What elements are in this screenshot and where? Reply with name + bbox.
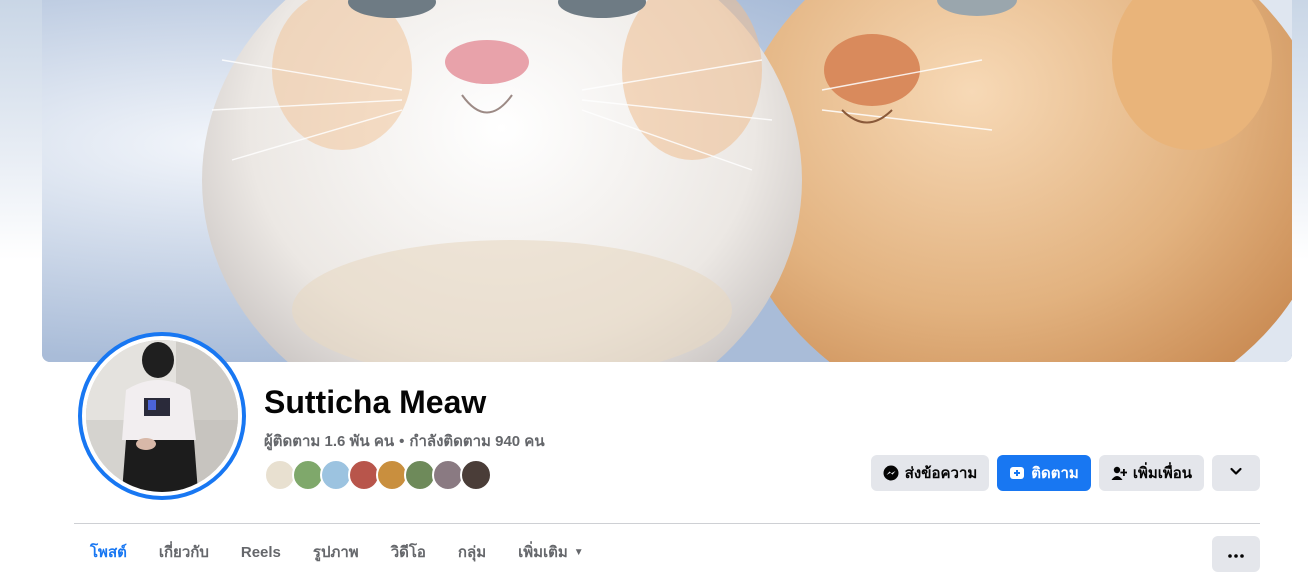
stats-separator: • [399, 433, 405, 450]
section-divider [74, 523, 1260, 524]
profile-picture[interactable] [78, 332, 246, 500]
profile-tabs: โพสต์ เกี่ยวกับ Reels รูปภาพ วิดีโอ กลุ่… [74, 536, 600, 568]
tab-label: โพสต์ [90, 544, 127, 561]
tab-videos[interactable]: วิดีโอ [375, 536, 442, 568]
messenger-icon [883, 465, 899, 481]
profile-name: Sutticha Meaw [264, 384, 487, 420]
caret-down-icon: ▼ [573, 547, 584, 558]
follow-button[interactable]: ติดตาม [997, 455, 1091, 491]
tab-reels[interactable]: Reels [225, 536, 297, 568]
mutual-friends-avatars [264, 459, 492, 491]
tab-label: กลุ่ม [457, 544, 487, 561]
profile-actions: ส่งข้อความ ติดตาม เพิ่มเพื่อน [870, 455, 1260, 491]
ellipsis-icon [1228, 545, 1244, 563]
profile-dropdown-button[interactable] [1212, 455, 1260, 491]
follow-button-label: ติดตาม [1031, 465, 1079, 482]
tab-label: เพิ่มเติม [518, 544, 568, 561]
message-button[interactable]: ส่งข้อความ [870, 455, 990, 491]
avatar [86, 340, 238, 492]
cover-photo[interactable] [42, 0, 1292, 362]
add-friend-button-label: เพิ่มเพื่อน [1132, 465, 1192, 482]
followers-count[interactable]: ผู้ติดตาม 1.6 พัน คน [264, 433, 394, 450]
tab-groups[interactable]: กลุ่ม [442, 536, 502, 568]
tab-about[interactable]: เกี่ยวกับ [143, 536, 225, 568]
tab-label: รูปภาพ [312, 544, 359, 561]
tab-posts[interactable]: โพสต์ [74, 536, 143, 568]
add-friend-button[interactable]: เพิ่มเพื่อน [1098, 455, 1204, 491]
friend-avatar[interactable] [460, 459, 492, 491]
more-options-button[interactable] [1212, 536, 1260, 572]
tab-label: Reels [240, 544, 281, 561]
add-friend-icon [1111, 465, 1128, 481]
tab-more[interactable]: เพิ่มเติม ▼ [502, 536, 600, 568]
tab-photos[interactable]: รูปภาพ [297, 536, 375, 568]
following-count[interactable]: กำลังติดตาม 940 คน [409, 433, 544, 450]
follow-icon [1009, 465, 1025, 481]
message-button-label: ส่งข้อความ [904, 465, 978, 482]
chevron-down-icon [1229, 464, 1243, 482]
tab-label: วิดีโอ [390, 544, 426, 561]
tab-label: เกี่ยวกับ [158, 544, 209, 561]
follow-stats: ผู้ติดตาม 1.6 พัน คน • กำลังติดตาม 940 คน [264, 429, 545, 453]
